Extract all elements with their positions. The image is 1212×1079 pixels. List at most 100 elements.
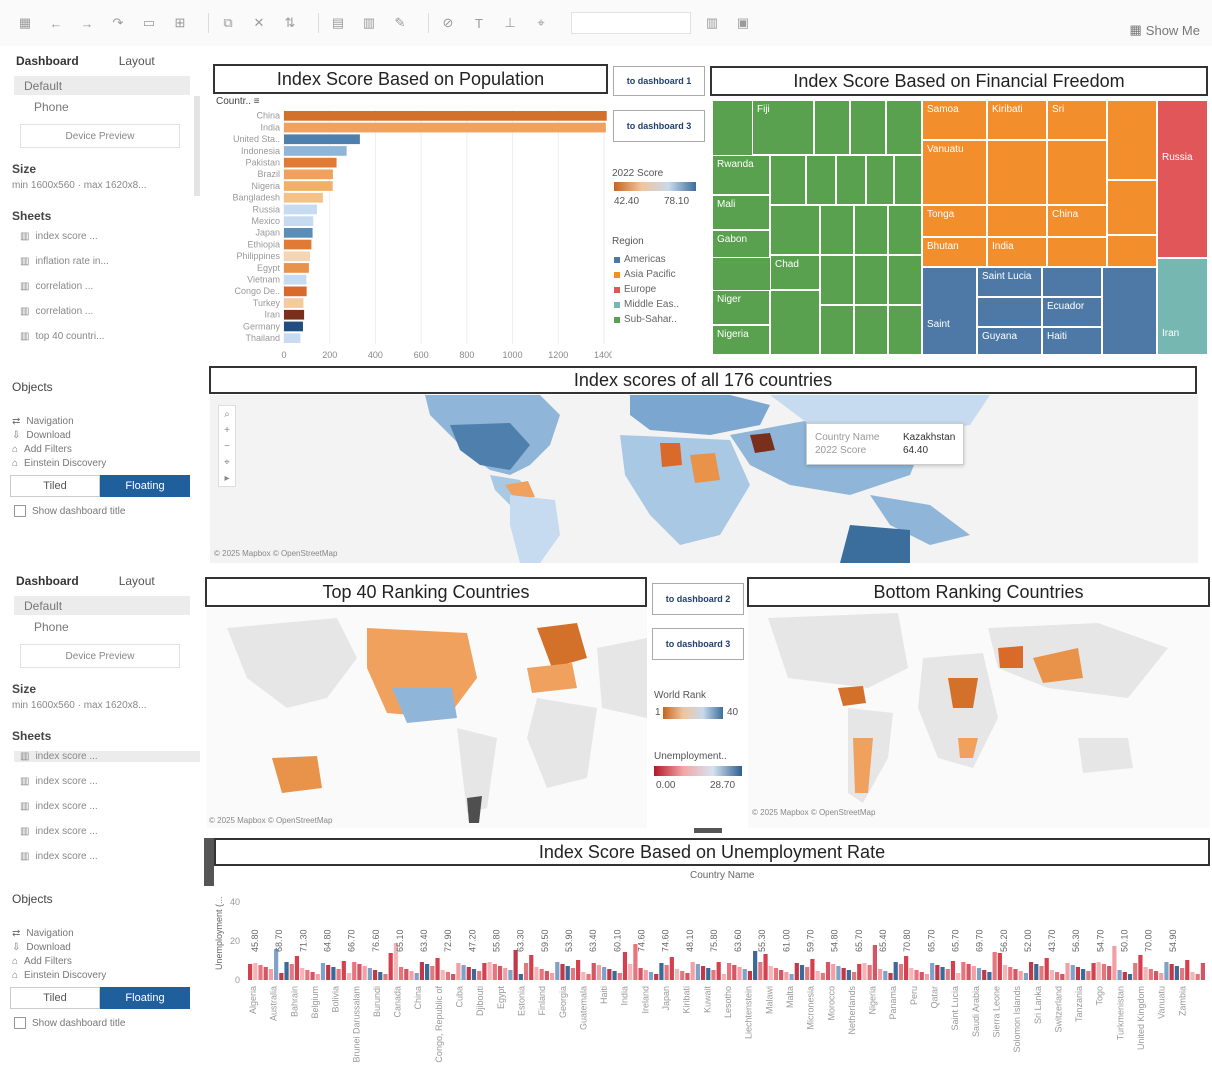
unemployment-bar[interactable] <box>1169 964 1174 980</box>
unemployment-bar[interactable] <box>1200 963 1205 980</box>
unemployment-bar[interactable] <box>664 965 669 980</box>
object-add-filters[interactable]: ⌂ Add Filters <box>12 444 200 455</box>
country-header[interactable]: Countr.. ≡ <box>216 96 260 107</box>
floating-button[interactable]: Floating <box>100 987 190 1009</box>
to-dashboard-2-button[interactable]: to dashboard 2 <box>652 583 744 615</box>
unemployment-bar[interactable] <box>331 967 336 980</box>
unemployment-bar[interactable] <box>1127 974 1133 980</box>
population-bar[interactable] <box>284 333 301 343</box>
map-australia[interactable] <box>840 525 910 563</box>
population-bar[interactable] <box>284 274 307 285</box>
unemployment-bar[interactable] <box>930 963 935 980</box>
sheet-item[interactable]: ▥ inflation rate in... <box>20 256 200 267</box>
unemployment-bar[interactable] <box>346 973 352 980</box>
unemployment-bar[interactable] <box>742 969 747 980</box>
unemployment-bar[interactable] <box>846 970 851 980</box>
unemployment-bar[interactable] <box>872 945 877 980</box>
unemployment-bar[interactable] <box>1018 971 1023 980</box>
treemap-cell[interactable] <box>850 100 886 155</box>
device-preview-button[interactable]: Device Preview <box>20 644 180 668</box>
unemployment-bar[interactable] <box>727 963 732 980</box>
population-bar[interactable] <box>284 286 307 297</box>
unemployment-bar[interactable] <box>482 963 487 980</box>
treemap-cell[interactable] <box>894 155 922 205</box>
unemployment-bar[interactable] <box>274 949 279 980</box>
unemployment-bar[interactable] <box>1195 974 1200 980</box>
save-icon[interactable]: ▭ <box>138 12 160 34</box>
unemployment-bar[interactable] <box>1122 972 1127 980</box>
object-download[interactable]: ⇩ Download <box>12 942 200 953</box>
treemap-cell[interactable]: Tonga <box>922 205 987 237</box>
map-chile[interactable] <box>467 796 482 823</box>
sheet-item[interactable]: ▥ index score ... <box>20 826 200 837</box>
treemap-cell[interactable]: Niger <box>712 290 770 325</box>
map-northern-europe[interactable] <box>537 623 587 668</box>
treemap-cell[interactable]: Fiji <box>752 100 814 155</box>
unemployment-bar[interactable] <box>549 973 555 980</box>
unemployment-bar[interactable] <box>544 971 549 980</box>
unemployment-bar[interactable] <box>492 964 497 980</box>
unemployment-bar[interactable] <box>669 957 674 980</box>
show-title-checkbox[interactable]: Show dashboard title <box>14 505 200 517</box>
unemployment-bar[interactable] <box>1091 963 1096 980</box>
unemployment-bar[interactable] <box>1002 965 1008 980</box>
unemployment-bar[interactable] <box>586 974 591 980</box>
unemployment-bar[interactable] <box>289 964 294 980</box>
treemap-cell[interactable]: Rwanda <box>712 155 770 195</box>
map-central-america[interactable] <box>838 686 866 706</box>
treemap-cell[interactable] <box>820 255 854 305</box>
unemployment-bar[interactable] <box>987 972 992 980</box>
treemap-cell[interactable] <box>1107 180 1157 235</box>
expand-icon[interactable]: ▸ <box>224 470 229 486</box>
treemap-cell[interactable] <box>987 140 1047 205</box>
unemployment-bar[interactable] <box>466 967 471 980</box>
unemployment-bar[interactable] <box>591 963 596 980</box>
population-bar[interactable] <box>284 298 304 308</box>
unemployment-bar[interactable] <box>674 969 680 980</box>
population-bar[interactable] <box>284 157 337 168</box>
unemployment-bar[interactable] <box>305 970 310 980</box>
unemployment-bar[interactable] <box>935 965 940 980</box>
treemap-cell[interactable]: Saint Lucia <box>977 267 1042 297</box>
treemap-cell[interactable] <box>888 205 922 255</box>
treemap-cell[interactable] <box>977 297 1042 327</box>
treemap-cell[interactable] <box>770 205 820 255</box>
region-legend-item[interactable]: Asia Pacific <box>614 267 679 282</box>
sheet-item[interactable]: ▥ index score ... <box>20 231 200 242</box>
unemployment-bar[interactable] <box>419 962 425 980</box>
treemap-cell[interactable] <box>1107 235 1157 267</box>
object-add-filters[interactable]: ⌂ Add Filters <box>12 956 200 967</box>
unemployment-bar[interactable] <box>924 974 930 980</box>
unemployment-bar[interactable] <box>336 969 341 980</box>
treemap-cell[interactable]: Vanuatu <box>922 140 987 205</box>
size-dropdown[interactable]: min 1600x560 · max 1620x8... <box>12 700 200 711</box>
unemployment-bar[interactable] <box>831 964 836 980</box>
pin-icon[interactable]: ⌖ <box>530 12 552 34</box>
unemployment-bar[interactable] <box>248 964 253 980</box>
unemployment-bar[interactable] <box>904 956 909 980</box>
treemap-cell[interactable]: China <box>1047 205 1107 237</box>
unemployment-bar[interactable] <box>258 965 263 980</box>
sheet-item[interactable]: ▥ index score ... <box>20 801 200 812</box>
treemap-cell[interactable]: Haiti <box>1042 327 1102 355</box>
unemployment-bar[interactable] <box>700 966 706 980</box>
unemployment-bar[interactable] <box>555 962 560 980</box>
treemap-cell[interactable] <box>1047 140 1107 205</box>
treemap-cell[interactable] <box>814 100 850 155</box>
unemployment-bar[interactable] <box>1070 965 1075 980</box>
zoom-in-icon[interactable]: + <box>224 422 230 438</box>
map-south-america[interactable] <box>510 495 560 563</box>
population-bar[interactable] <box>284 134 360 145</box>
population-bar[interactable] <box>284 228 313 238</box>
unemployment-bar[interactable] <box>654 974 659 980</box>
unemployment-bar[interactable] <box>1086 971 1091 980</box>
unemployment-bar[interactable] <box>253 963 258 980</box>
treemap-cell[interactable]: Bhutan <box>922 237 987 267</box>
duplicate-icon[interactable]: ⧉ <box>217 12 239 34</box>
unemployment-bar[interactable] <box>539 969 544 980</box>
unemployment-bar[interactable] <box>680 971 685 980</box>
unemployment-bar[interactable] <box>1101 964 1107 980</box>
unemployment-bar[interactable] <box>976 968 982 980</box>
unemployment-bar[interactable] <box>711 970 716 980</box>
option-default[interactable]: Default <box>14 76 190 95</box>
